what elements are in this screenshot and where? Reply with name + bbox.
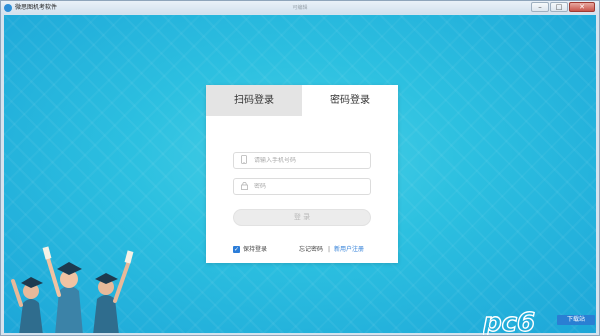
watermark-text: pc6: [483, 308, 535, 335]
window-center-title: 可编辑: [292, 5, 308, 11]
login-panel: 扫码登录 密码登录 登 录 ✓ 保持登录 忘记密码 |: [206, 85, 398, 263]
login-tabs: 扫码登录 密码登录: [206, 85, 398, 116]
login-options: ✓ 保持登录 忘记密码 | 新用户注册: [233, 245, 373, 255]
password-field[interactable]: [233, 178, 371, 195]
tab-qr-login[interactable]: 扫码登录: [206, 85, 302, 116]
link-separator: |: [328, 246, 331, 253]
title-bar[interactable]: 微思图机考软件 可编辑 – □ ✕: [1, 1, 599, 14]
keep-login-label[interactable]: 保持登录: [243, 245, 267, 255]
watermark-badge: 下载站: [557, 315, 595, 325]
graduate-center: [42, 246, 83, 333]
password-input[interactable]: [254, 183, 364, 190]
close-button[interactable]: ✕: [569, 2, 595, 12]
forgot-password-link[interactable]: 忘记密码: [299, 245, 323, 255]
app-logo-icon: [4, 3, 12, 12]
lock-icon: [239, 181, 249, 192]
register-link[interactable]: 新用户注册: [334, 245, 364, 255]
pc6-watermark-logo: pc6: [483, 307, 536, 335]
maximize-button[interactable]: □: [550, 2, 568, 12]
login-button[interactable]: 登 录: [233, 209, 371, 226]
keep-login-checkbox[interactable]: ✓: [233, 246, 240, 253]
window-title: 微思图机考软件: [15, 4, 58, 11]
graduate-right: [93, 250, 134, 333]
window-controls: – □ ✕: [530, 2, 595, 12]
graduate-left: [11, 277, 43, 333]
phone-input[interactable]: [254, 157, 364, 164]
main-background: 扫码登录 密码登录 登 录 ✓ 保持登录 忘记密码 |: [4, 15, 596, 333]
phone-field[interactable]: [233, 152, 371, 169]
tab-password-login[interactable]: 密码登录: [302, 85, 398, 116]
minimize-button[interactable]: –: [531, 2, 549, 12]
phone-icon: [239, 155, 249, 166]
graduates-illustration: [11, 246, 134, 333]
app-window: 微思图机考软件 可编辑 – □ ✕ 扫码登录 密码登录 请输入手机号码 登 录 …: [0, 0, 600, 336]
